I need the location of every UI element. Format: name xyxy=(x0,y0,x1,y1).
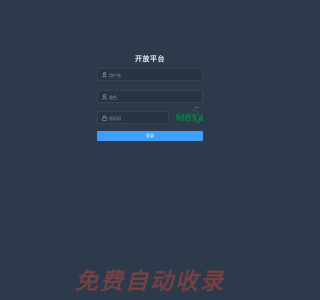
page-title: 开放平台 xyxy=(135,55,165,63)
login-page: 开放平台 用户名 角色 验证码 MbXa 登录 免费自动收录 xyxy=(0,0,300,300)
captcha-field[interactable]: 验证码 xyxy=(97,111,169,124)
username-field[interactable]: 用户名 xyxy=(97,68,203,81)
chevron-down-icon[interactable] xyxy=(195,95,199,110)
username-placeholder: 用户名 xyxy=(109,73,121,78)
captcha-image[interactable]: MbXa xyxy=(174,108,204,126)
role-value: 角色 xyxy=(109,95,117,100)
role-icon xyxy=(102,94,107,100)
role-select[interactable]: 角色 xyxy=(97,90,203,110)
captcha-text: MbXa xyxy=(176,114,203,124)
captcha-icon xyxy=(102,115,107,121)
watermark-text: 免费自动收录 xyxy=(75,269,225,295)
login-button[interactable]: 登录 xyxy=(97,131,203,141)
captcha-placeholder: 验证码 xyxy=(109,116,121,121)
user-icon xyxy=(102,72,107,78)
